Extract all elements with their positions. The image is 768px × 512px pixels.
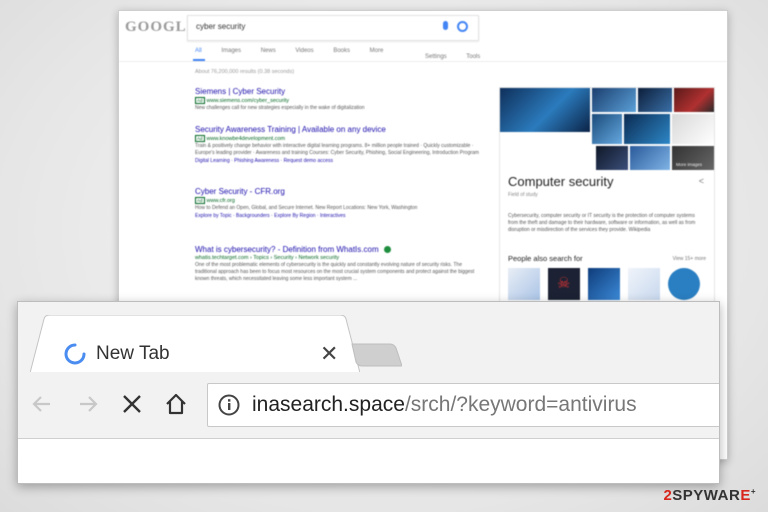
search-icon[interactable] bbox=[457, 21, 468, 32]
tab-books[interactable]: Books bbox=[333, 48, 350, 54]
kp-image[interactable] bbox=[592, 88, 636, 112]
kp-subtitle: Field of study bbox=[508, 192, 538, 198]
kp-image[interactable] bbox=[638, 88, 672, 112]
result-description: How to Defend an Open, Global, and Secur… bbox=[195, 205, 418, 211]
forward-arrow-icon bbox=[80, 396, 98, 412]
result-description: Train & positively change behavior with … bbox=[195, 143, 479, 156]
tab-title: New Tab bbox=[96, 343, 170, 364]
tab-settings[interactable]: Settings bbox=[425, 54, 447, 60]
back-button[interactable] bbox=[24, 386, 60, 422]
search-result: Cyber Security - CFR.org Ad www.cfr.org H… bbox=[195, 187, 485, 219]
tab-new-tab[interactable]: New Tab ✕ bbox=[30, 315, 360, 373]
lock-thumbnail[interactable] bbox=[588, 268, 620, 300]
ad-badge: Ad bbox=[195, 135, 205, 142]
microphone-icon[interactable] bbox=[443, 21, 448, 30]
tab-all[interactable]: All bbox=[195, 48, 202, 54]
kp-image[interactable] bbox=[592, 114, 622, 144]
more-images-label: More images bbox=[676, 162, 703, 167]
more-images-button[interactable]: More images bbox=[672, 146, 714, 170]
result-stats: About 76,200,000 results (0.38 seconds) bbox=[195, 69, 295, 75]
tab-images[interactable]: Images bbox=[221, 48, 241, 54]
result-url-text: www.knowbe4development.com bbox=[206, 136, 286, 142]
knowledge-panel: More images Computer security < Field of… bbox=[499, 87, 715, 329]
result-sitelinks[interactable]: Digital Learning · Phishing Awareness · … bbox=[195, 158, 485, 164]
kp-image[interactable] bbox=[624, 114, 670, 144]
ad-badge: Ad bbox=[195, 97, 205, 104]
diagram-thumbnail[interactable] bbox=[628, 268, 660, 300]
result-sitelinks[interactable]: Explore by Topic · Backgrounders · Explo… bbox=[195, 213, 485, 219]
page-content-area bbox=[18, 439, 719, 483]
kp-image[interactable] bbox=[500, 88, 590, 132]
result-title-link[interactable]: Security Awareness Training | Available … bbox=[195, 125, 485, 134]
result-title-link[interactable]: Cyber Security - CFR.org bbox=[195, 187, 485, 196]
result-url-text: www.cfr.org bbox=[206, 198, 235, 204]
kp-image[interactable] bbox=[672, 114, 714, 144]
close-icon bbox=[123, 395, 141, 413]
stop-loading-button[interactable] bbox=[114, 386, 150, 422]
forward-button[interactable] bbox=[70, 386, 106, 422]
tab-news[interactable]: News bbox=[261, 48, 276, 54]
back-arrow-icon bbox=[32, 396, 50, 412]
share-icon[interactable]: < bbox=[699, 176, 704, 186]
url-host: inasearch.space bbox=[252, 393, 405, 416]
result-url-text: www.siemens.com/cyber_security bbox=[206, 98, 290, 104]
tab-more[interactable]: More bbox=[370, 48, 384, 54]
tabs-divider bbox=[119, 61, 727, 62]
result-description: One of the most problematic elements of … bbox=[195, 262, 475, 282]
close-tab-icon[interactable]: ✕ bbox=[320, 341, 338, 367]
home-icon bbox=[166, 393, 186, 415]
info-icon[interactable] bbox=[218, 394, 240, 416]
search-box[interactable]: cyber security bbox=[187, 15, 479, 41]
network-thumbnail[interactable] bbox=[508, 268, 540, 300]
result-url: Ad www.cfr.org bbox=[195, 197, 485, 204]
search-result: Security Awareness Training | Available … bbox=[195, 125, 485, 164]
result-title-link[interactable]: What is cybersecurity? - Definition from… bbox=[195, 245, 485, 254]
tab-strip: New Tab ✕ bbox=[18, 302, 719, 373]
kp-image[interactable] bbox=[596, 146, 628, 170]
search-tabs: All Images News Videos Books More Settin… bbox=[195, 48, 480, 60]
browser-toolbar: inasearch.space/srch/?keyword=antivirus bbox=[18, 372, 719, 439]
result-url-text: whatis.techtarget.com › Topics › Securit… bbox=[195, 255, 340, 261]
address-bar[interactable]: inasearch.space/srch/?keyword=antivirus bbox=[207, 383, 719, 427]
kp-description: Cybersecurity, computer security or IT s… bbox=[508, 213, 696, 233]
search-result: What is cybersecurity? - Definition from… bbox=[195, 245, 485, 283]
url-text[interactable]: inasearch.space/srch/?keyword=antivirus bbox=[252, 393, 637, 417]
kp-title: Computer security bbox=[508, 174, 614, 189]
view-more-link[interactable]: View 15+ more bbox=[673, 256, 706, 262]
search-result: Siemens | Cyber Security Ad www.siemens.c… bbox=[195, 87, 485, 112]
kp-image[interactable] bbox=[674, 88, 714, 112]
url-path: /srch/?keyword=antivirus bbox=[404, 393, 637, 416]
shield-thumbnail[interactable] bbox=[668, 268, 700, 300]
result-description: New challenges call for new strategies e… bbox=[195, 105, 365, 111]
result-url: Ad www.knowbe4development.com bbox=[195, 135, 485, 142]
home-button[interactable] bbox=[158, 386, 194, 422]
ad-badge: Ad bbox=[195, 197, 205, 204]
secure-site-icon bbox=[383, 246, 391, 254]
kp-image[interactable] bbox=[630, 146, 670, 170]
tab-tools[interactable]: Tools bbox=[466, 54, 480, 60]
people-also-search-heading: People also search for bbox=[508, 254, 583, 263]
result-title-link[interactable]: Siemens | Cyber Security bbox=[195, 87, 485, 96]
result-url: Ad www.siemens.com/cyber_security bbox=[195, 97, 485, 104]
loading-spinner-icon bbox=[64, 343, 86, 365]
skull-thumbnail[interactable]: ☠ bbox=[548, 268, 580, 300]
watermark-logo: 2SPYWARE+ bbox=[663, 487, 756, 504]
search-query: cyber security bbox=[196, 22, 246, 31]
tab-videos[interactable]: Videos bbox=[295, 48, 313, 54]
browser-window: New Tab ✕ inasearch.space/srch/?keyword=… bbox=[17, 301, 720, 484]
active-tab-indicator bbox=[193, 59, 205, 61]
new-tab-button[interactable] bbox=[350, 342, 402, 368]
